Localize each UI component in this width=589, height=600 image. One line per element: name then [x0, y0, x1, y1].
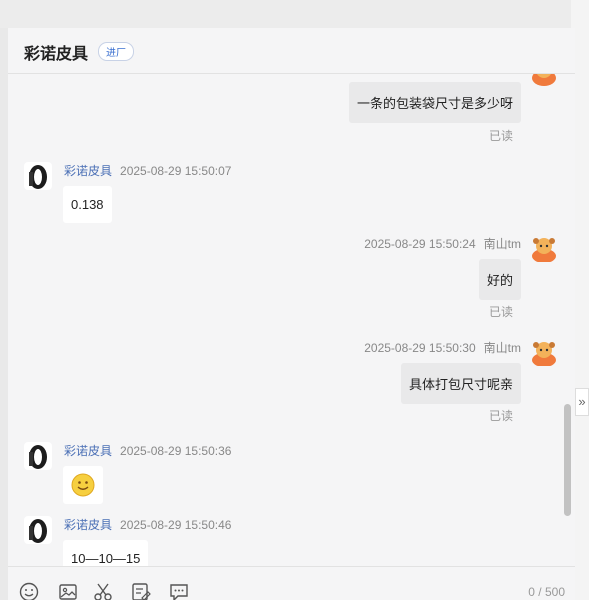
sender-name: 南山tm: [483, 341, 521, 355]
message-time: 2025-08-29 15:50:36: [120, 444, 232, 458]
message-bubble: 0.138: [63, 186, 112, 223]
message-meta: 彩诺皮具 2025-08-29 15:50:07: [64, 162, 231, 179]
sender-name: 彩诺皮具: [64, 444, 113, 458]
seller-avatar[interactable]: [24, 442, 52, 470]
sender-name: 彩诺皮具: [64, 518, 113, 532]
buyer-avatar[interactable]: [530, 338, 558, 366]
emoji-icon[interactable]: [18, 581, 40, 600]
chat-header: 彩诺皮具 进厂: [8, 28, 575, 74]
message-time: 2025-08-29 15:50:30: [364, 341, 476, 355]
read-status: 已读: [489, 409, 514, 423]
char-counter: 0 / 500: [528, 585, 565, 599]
input-toolbar: 0 / 500: [8, 566, 575, 600]
message-bubble: 具体打包尺寸呢亲: [400, 363, 521, 404]
message-bubble: 10—10—15: [63, 540, 149, 566]
window-top-bar: [0, 0, 589, 28]
image-icon[interactable]: [57, 581, 79, 600]
quick-reply-icon[interactable]: [168, 581, 190, 600]
seller-avatar[interactable]: [24, 162, 52, 190]
expand-panel-button[interactable]: »: [575, 388, 589, 416]
message-bubble: [63, 466, 103, 504]
smile-emoji-icon: [71, 473, 95, 497]
message-bubble: 一条的包装袋尺寸是多少呀: [348, 82, 521, 123]
buyer-avatar[interactable]: [530, 74, 558, 86]
message-meta: 彩诺皮具 2025-08-29 15:50:36: [64, 442, 231, 459]
message-meta: 彩诺皮具 2025-08-29 15:50:46: [64, 516, 231, 533]
shop-name: 彩诺皮具: [24, 46, 89, 63]
message-time: 2025-08-29 15:50:24: [364, 237, 476, 251]
seller-avatar[interactable]: [24, 516, 52, 544]
scrollbar-thumb[interactable]: [564, 404, 571, 516]
sender-name: 彩诺皮具: [64, 164, 113, 178]
message-bubble: 好的: [478, 259, 521, 300]
message-time: 2025-08-29 15:50:46: [120, 518, 232, 532]
message-meta: 2025-08-29 15:50:30 南山tm: [364, 339, 521, 356]
message-list[interactable]: 一条的包装袋尺寸是多少呀 已读 彩诺皮具 2025-08-29 15:50:07 …: [8, 74, 575, 566]
edit-icon[interactable]: [130, 581, 152, 600]
message-meta: 2025-08-29 15:50:24 南山tm: [364, 235, 521, 252]
sender-name: 南山tm: [483, 237, 521, 251]
read-status: 已读: [489, 129, 514, 143]
message-time: 2025-08-29 15:50:07: [120, 164, 232, 178]
scissors-icon[interactable]: [92, 581, 114, 600]
chat-panel: 彩诺皮具 进厂 一条的包装袋尺寸是多少呀 已读 彩诺皮具 2025-08-29 1…: [8, 28, 575, 600]
read-status: 已读: [489, 305, 514, 319]
status-badge: 进厂: [98, 42, 134, 61]
buyer-avatar[interactable]: [530, 234, 558, 262]
